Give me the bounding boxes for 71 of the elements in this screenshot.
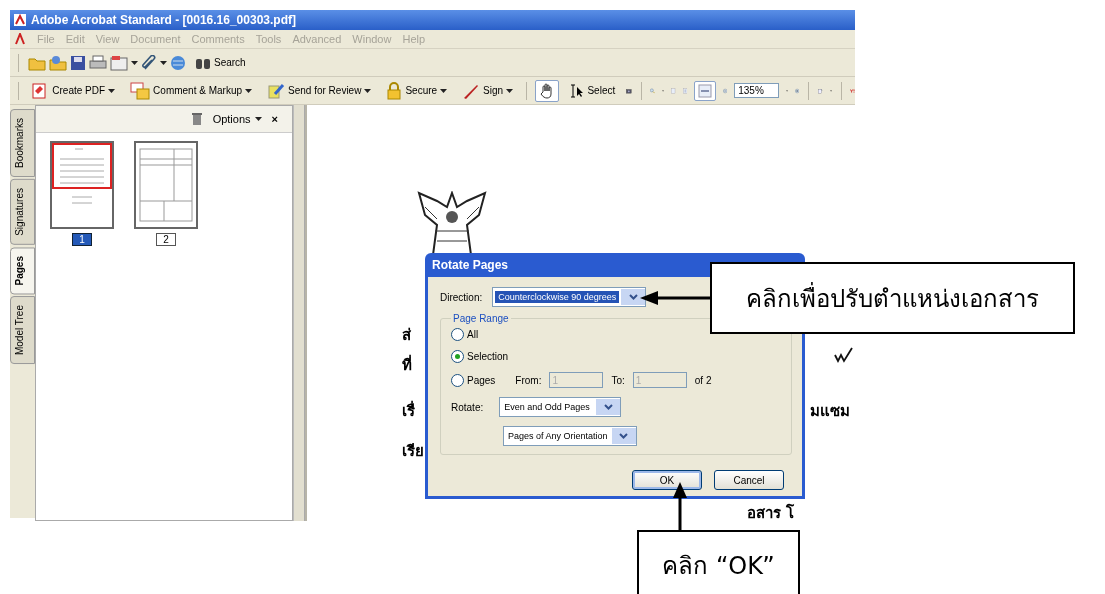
caret-icon[interactable]: [245, 88, 253, 93]
toolbar-button[interactable]: Sign: [458, 78, 518, 103]
radio-button[interactable]: [451, 373, 464, 387]
signature-drawing: [834, 347, 854, 363]
lock-icon: [386, 81, 403, 100]
page-thumbnail[interactable]: [50, 141, 114, 229]
direction-dropdown[interactable]: Counterclockwise 90 degrees: [492, 287, 647, 307]
document-text: ที่: [402, 353, 412, 376]
trash-icon[interactable]: [190, 112, 203, 126]
search-button[interactable]: Search: [191, 52, 250, 73]
fit-width-icon: [697, 83, 712, 98]
callout-box: คลิกเพื่อปรับตำแหน่งเอกสาร: [710, 262, 1075, 334]
toolbar-button[interactable]: Send for Review: [263, 78, 376, 103]
select-tool-button[interactable]: Select: [566, 80, 620, 101]
side-tab[interactable]: Pages: [10, 246, 35, 295]
caret-icon[interactable]: [440, 88, 448, 93]
caret-icon[interactable]: [364, 88, 372, 93]
document-text: เรีย: [402, 441, 424, 462]
document-text: อสาร โ: [747, 503, 795, 521]
caret-icon[interactable]: [108, 88, 116, 93]
options-menu[interactable]: Options: [212, 113, 262, 125]
direction-label: Direction:: [440, 291, 483, 303]
side-tab[interactable]: Bookmarks: [10, 109, 35, 177]
arrow: [672, 482, 688, 530]
side-tab[interactable]: Signatures: [10, 179, 35, 245]
zoom-field[interactable]: 135%: [734, 83, 779, 98]
email-icon[interactable]: [110, 54, 128, 71]
to-label: To:: [611, 374, 625, 386]
print-icon[interactable]: [89, 54, 107, 71]
radio-button[interactable]: [451, 350, 464, 363]
paperclip-icon[interactable]: [141, 54, 157, 71]
toolbar-button[interactable]: Secure: [382, 78, 452, 103]
rotate-dropdown[interactable]: Even and Odd Pages: [499, 397, 622, 417]
document-text: มแซม: [810, 401, 850, 422]
dialog-title: Rotate Pages: [431, 257, 510, 274]
document-text: ส่: [402, 325, 411, 346]
rotate-label: Rotate:: [451, 401, 484, 413]
page-number[interactable]: 2: [156, 233, 176, 246]
page-number[interactable]: 1: [72, 233, 92, 246]
hand-tool-button[interactable]: [535, 79, 560, 102]
side-tab[interactable]: Model Tree: [10, 296, 35, 365]
window-title: Adobe Acrobat Standard - [0016.16_00303.pdf]: [31, 13, 296, 27]
close-button[interactable]: ×: [271, 113, 278, 125]
caret-icon[interactable]: [131, 60, 138, 65]
review-icon: [267, 81, 286, 100]
app-icon: [14, 14, 26, 26]
callout-box: คลิก “OK”: [637, 530, 800, 594]
folder-icon[interactable]: [49, 54, 67, 71]
app-icon: [14, 33, 26, 45]
caret-icon[interactable]: [254, 117, 262, 121]
toolbar-button[interactable]: Comment & Markup: [126, 78, 257, 103]
document-text: เรื่: [402, 399, 415, 422]
toolbar-button[interactable]: Create PDF: [27, 78, 120, 103]
caret-icon[interactable]: [506, 88, 514, 93]
radio-button[interactable]: [451, 328, 464, 341]
dialog-button[interactable]: Cancel: [714, 470, 784, 490]
group-label: Page Range: [452, 313, 510, 324]
page-thumbnail[interactable]: [134, 141, 198, 229]
radio-option[interactable]: Selection: [451, 350, 509, 363]
orientation-dropdown[interactable]: Pages of Any Orientation: [503, 426, 637, 446]
dialog-button[interactable]: OK: [632, 470, 702, 490]
radio-option[interactable]: All: [451, 328, 479, 341]
arrow: [640, 290, 710, 306]
page-count-label: of 2: [694, 374, 712, 386]
text-cursor-icon: [570, 83, 585, 98]
radio-option[interactable]: Pages: [451, 373, 496, 387]
caret-icon[interactable]: [160, 60, 167, 65]
comment-icon: [130, 81, 151, 100]
fit-width-button[interactable]: [693, 80, 716, 101]
from-label: From:: [515, 374, 542, 386]
save-icon[interactable]: [70, 54, 86, 71]
